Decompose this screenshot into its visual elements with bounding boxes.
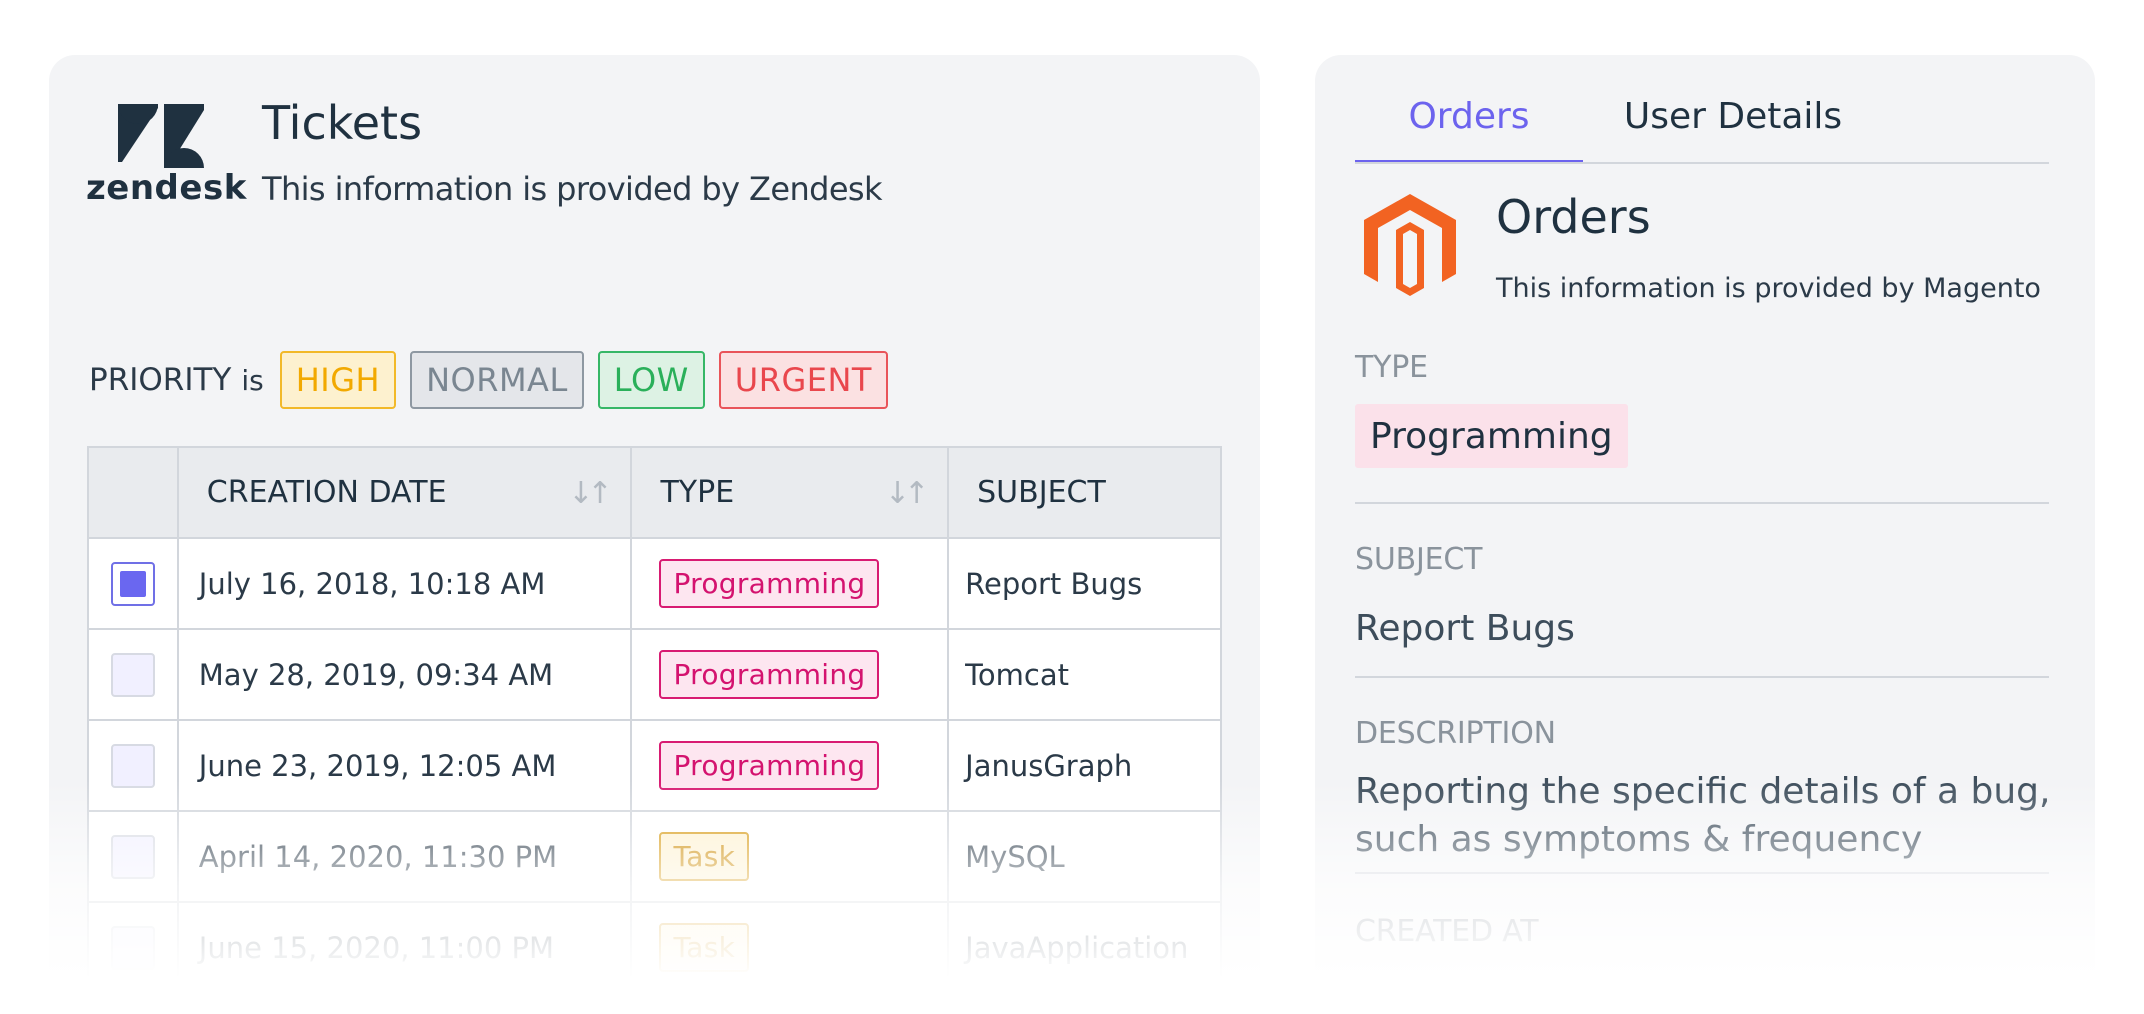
created-at-label: CREATED AT — [1355, 914, 1539, 949]
zendesk-logo: zendesk — [86, 100, 246, 212]
priority-urgent-chip[interactable]: URGENT — [718, 351, 888, 409]
row-subject: Tomcat — [947, 628, 1222, 721]
type-tag: Programming — [659, 650, 880, 699]
row-date: June 23, 2019, 12:05 AM — [176, 719, 633, 812]
divider — [1355, 872, 2049, 874]
row-checkbox[interactable] — [110, 652, 155, 697]
row-subject: JanusGraph — [947, 719, 1222, 812]
orders-title: Orders — [1496, 190, 1651, 244]
type-tag: Programming — [659, 559, 880, 608]
table-header-row: CREATION DATE ↓↑ TYPE ↓↑ SUBJECT — [87, 446, 1222, 539]
divider — [1355, 676, 2049, 678]
row-subject: MySQL — [947, 810, 1222, 903]
priority-high-chip[interactable]: HIGH — [279, 351, 397, 409]
subject-value: Report Bugs — [1355, 608, 1575, 649]
orders-subtitle: This information is provided by Magento — [1496, 273, 2041, 304]
row-checkbox[interactable] — [110, 925, 155, 970]
description-value: Reporting the specific details of a bug,… — [1355, 771, 2051, 860]
row-date: July 16, 2018, 10:18 AM — [176, 537, 633, 630]
tickets-subtitle: This information is provided by Zendesk — [262, 170, 883, 208]
row-date: June 15, 2020, 11:00 PM — [176, 901, 633, 994]
tabs-divider — [1355, 162, 2049, 164]
type-tag: Task — [659, 923, 750, 972]
subject-header-label: SUBJECT — [977, 475, 1106, 510]
creation-date-header-label: CREATION DATE — [206, 475, 447, 510]
zendesk-wordmark: zendesk — [86, 168, 247, 208]
checkbox-fill — [119, 570, 146, 597]
table-row[interactable]: June 23, 2019, 12:05 AM Programming Janu… — [87, 719, 1222, 812]
priority-filter: PRIORITY is HIGH NORMAL LOW URGENT — [89, 351, 902, 409]
sort-icon[interactable]: ↓↑ — [885, 476, 929, 511]
row-checkbox[interactable] — [110, 743, 155, 788]
priority-normal-chip[interactable]: NORMAL — [410, 351, 584, 409]
created-at-value: July 16, 2018 10:18 AM — [1355, 976, 1774, 1014]
tickets-title: Tickets — [262, 96, 423, 150]
tickets-table: CREATION DATE ↓↑ TYPE ↓↑ SUBJECT July 16… — [87, 446, 1222, 994]
type-tag: Programming — [659, 741, 880, 790]
zendesk-mark-icon — [118, 104, 204, 168]
table-row[interactable]: June 15, 2020, 11:00 PM Task JavaApplica… — [87, 901, 1222, 994]
description-label: DESCRIPTION — [1355, 716, 1556, 751]
type-value-chip: Programming — [1355, 404, 1628, 468]
row-checkbox[interactable] — [110, 834, 155, 879]
table-row[interactable]: April 14, 2020, 11:30 PM Task MySQL — [87, 810, 1222, 903]
tab-user-details[interactable]: User Details — [1583, 92, 1883, 164]
table-row[interactable]: July 16, 2018, 10:18 AM Programming Repo… — [87, 537, 1222, 630]
subject-label: SUBJECT — [1355, 542, 1483, 577]
row-subject: JavaApplication — [947, 901, 1222, 994]
magento-logo-icon — [1364, 194, 1456, 296]
row-date: April 14, 2020, 11:30 PM — [176, 810, 633, 903]
priority-label: PRIORITY — [89, 362, 232, 398]
row-subject: Report Bugs — [947, 537, 1222, 630]
priority-connector: is — [241, 363, 264, 397]
creation-date-header[interactable]: CREATION DATE ↓↑ — [176, 446, 633, 539]
subject-header: SUBJECT — [947, 446, 1222, 539]
select-column-header — [87, 446, 179, 539]
divider — [1355, 502, 2049, 504]
priority-low-chip[interactable]: LOW — [597, 351, 705, 409]
row-date: May 28, 2019, 09:34 AM — [176, 628, 633, 721]
type-header-label: TYPE — [660, 475, 735, 510]
type-header[interactable]: TYPE ↓↑ — [630, 446, 950, 539]
row-checkbox-checked[interactable] — [110, 561, 155, 606]
type-tag: Task — [659, 832, 750, 881]
type-label: TYPE — [1355, 350, 1428, 385]
sort-icon[interactable]: ↓↑ — [568, 476, 612, 511]
tab-orders[interactable]: Orders — [1355, 92, 1583, 164]
table-row[interactable]: May 28, 2019, 09:34 AM Programming Tomca… — [87, 628, 1222, 721]
